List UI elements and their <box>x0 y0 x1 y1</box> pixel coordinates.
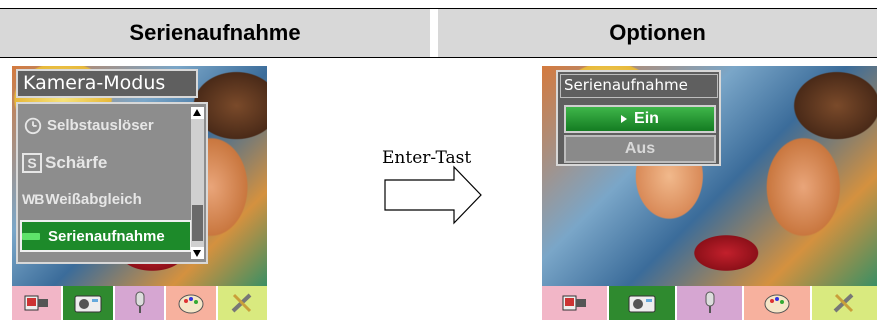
header-bottom-border <box>0 57 877 58</box>
camera-mode-menu: Kamera-Modus Selbstauslöser S Schärfe WB… <box>16 69 208 269</box>
video-mode-icon <box>562 295 586 311</box>
settings-tools-icon <box>231 293 252 313</box>
camera-mode-icon <box>628 295 656 313</box>
right-camera-screen: Serienaufnahme Ein Aus <box>542 66 877 320</box>
menu-item-label: Selbstauslöser <box>47 116 154 134</box>
effects-palette-icon <box>764 294 790 314</box>
burst-options-menu: Serienaufnahme Ein Aus <box>556 70 721 166</box>
scroll-down-arrow-icon[interactable] <box>191 247 204 259</box>
menu-item-label: Weißabgleich <box>45 190 142 208</box>
effects-palette-icon <box>178 294 204 314</box>
option-label: Aus <box>624 140 656 157</box>
audio-mode-icon <box>705 291 715 313</box>
menu-title: Kamera-Modus <box>16 69 198 98</box>
header-right-title: Optionen <box>438 9 877 57</box>
menu-item-self-timer[interactable]: Selbstauslöser <box>22 110 190 140</box>
sharpness-icon: S <box>22 153 42 173</box>
burst-icon <box>22 232 40 240</box>
tab-settings[interactable] <box>217 286 267 320</box>
tab-settings[interactable] <box>811 286 877 320</box>
menu-list: Selbstauslöser S Schärfe WB Weißabgleich… <box>16 102 208 264</box>
white-balance-icon: WB <box>22 191 44 207</box>
mode-icon-bar <box>542 286 877 320</box>
right-arrow-icon <box>384 165 482 225</box>
tab-audio-mode[interactable] <box>114 286 165 320</box>
video-mode-icon <box>24 295 48 311</box>
scroll-thumb[interactable] <box>192 205 203 241</box>
header-left-title: Serienaufnahme <box>0 9 430 57</box>
option-label: Ein <box>634 110 659 127</box>
menu-item-sharpness[interactable]: S Schärfe <box>22 148 190 178</box>
tab-camera-mode[interactable] <box>609 286 675 320</box>
option-off[interactable]: Aus <box>564 135 716 163</box>
settings-tools-icon <box>833 293 854 313</box>
menu-item-label: Schärfe <box>45 153 108 172</box>
tab-effects[interactable] <box>166 286 216 320</box>
camera-mode-icon <box>74 295 102 313</box>
tab-audio-mode[interactable] <box>676 286 743 320</box>
tab-video-mode[interactable] <box>12 286 62 320</box>
menu-item-white-balance[interactable]: WB Weißabgleich <box>22 184 190 214</box>
menu-item-label: Serienaufnahme <box>48 227 165 245</box>
tab-effects[interactable] <box>744 286 810 320</box>
menu-item-burst-selected[interactable]: Serienaufnahme <box>20 220 192 252</box>
timer-icon <box>22 114 44 136</box>
mode-icon-bar <box>12 286 267 320</box>
audio-mode-icon <box>135 291 145 313</box>
options-menu-title: Serienaufnahme <box>560 74 718 98</box>
selection-pointer-icon <box>621 115 628 123</box>
tab-camera-mode[interactable] <box>63 286 113 320</box>
option-on-selected[interactable]: Ein <box>564 105 716 133</box>
tab-video-mode[interactable] <box>542 286 608 320</box>
scrollbar[interactable] <box>191 107 204 259</box>
left-camera-screen: Kamera-Modus Selbstauslöser S Schärfe WB… <box>12 66 267 320</box>
scroll-up-arrow-icon[interactable] <box>191 107 204 119</box>
